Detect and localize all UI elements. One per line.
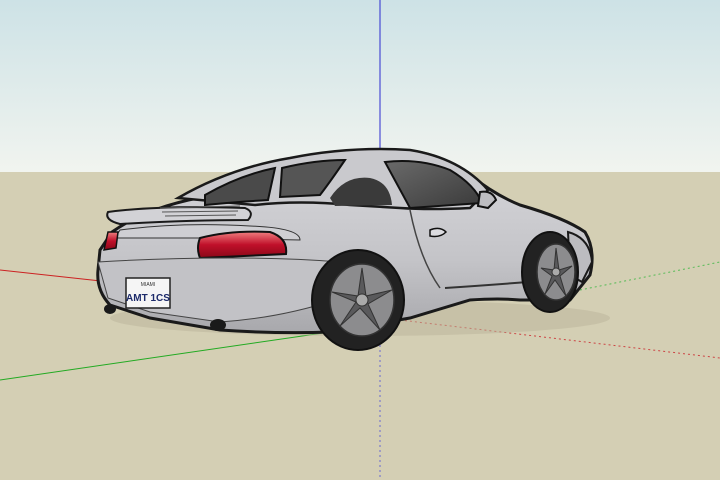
license-plate-number: AMT 1CS: [126, 293, 170, 304]
sky: [0, 0, 720, 172]
license-plate-top-text: MIAMI: [141, 282, 155, 288]
rear-wheel: [311, 249, 405, 351]
exhaust-right: [210, 319, 226, 331]
exhaust-left: [104, 304, 116, 314]
license-plate: MIAMI AMT 1CS: [125, 277, 171, 309]
scene-canvas[interactable]: MIAMI AMT 1CS: [0, 0, 720, 480]
3d-viewport[interactable]: MIAMI AMT 1CS: [0, 0, 720, 480]
front-wheel: [521, 231, 579, 313]
tail-light-right: [197, 230, 288, 260]
